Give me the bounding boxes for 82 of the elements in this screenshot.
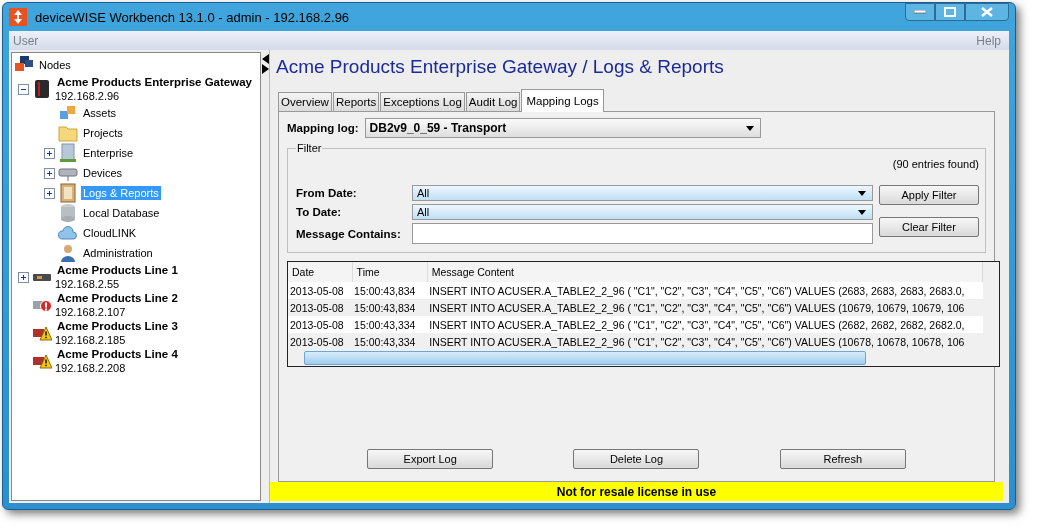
expand-toggle-icon[interactable] bbox=[44, 187, 55, 199]
expand-arrow-icon[interactable] bbox=[261, 64, 269, 74]
expand-toggle-icon[interactable] bbox=[44, 167, 55, 179]
tab[interactable]: Exceptions Log bbox=[380, 92, 465, 111]
close-button[interactable] bbox=[965, 3, 1009, 21]
filter-button[interactable]: Apply Filter bbox=[879, 185, 979, 205]
ip-address: 192.168.2.185 bbox=[55, 334, 127, 347]
page-heading: Acme Products Enterprise Gateway / Logs & Reports bbox=[276, 56, 725, 78]
action-button[interactable]: Export Log bbox=[367, 449, 494, 469]
group-title: Filter bbox=[296, 142, 323, 154]
entries-count: (90 entries found) bbox=[891, 158, 979, 170]
to-date-dropdown[interactable]: All bbox=[412, 204, 873, 220]
close-icon bbox=[981, 7, 993, 17]
field-label: To Date: bbox=[296, 206, 343, 218]
tab[interactable]: Overview bbox=[278, 92, 332, 111]
node-label[interactable]: Acme Products Line 1 bbox=[55, 263, 180, 278]
filter-button[interactable]: Clear Filter bbox=[879, 217, 979, 237]
ip-address: 192.168.2.55 bbox=[55, 278, 121, 291]
window-title: deviceWISE Workbench 13.1.0 - admin - 192.168.2.96 bbox=[34, 9, 351, 25]
maximize-icon bbox=[944, 7, 956, 17]
column-header[interactable]: Message Content bbox=[427, 262, 983, 282]
minimize-icon bbox=[914, 10, 926, 14]
dropdown-caret-icon bbox=[745, 125, 754, 131]
field-label: From Date: bbox=[296, 187, 358, 199]
table-cell: INSERT INTO ACUSER.A_TABLE2_2_96 ( "C1", "C2", "C3", "C4", "C5", "C6") VALUES (2683, 2683, 2683, 2683.0, bbox=[427, 282, 983, 299]
table-cell: INSERT INTO ACUSER.A_TABLE2_2_96 ( "C1", "C2", "C3", "C4", "C5", "C6") VALUES (10679, 10679, 10679, 106 bbox=[427, 299, 983, 316]
database-icon bbox=[58, 203, 78, 223]
app-logo-icon bbox=[9, 8, 27, 26]
table-cell: 15:00:43,834 bbox=[352, 299, 428, 316]
minimize-button[interactable] bbox=[905, 3, 935, 21]
tree-item[interactable]: Devices bbox=[81, 166, 125, 180]
ip-address: 192.168.2.208 bbox=[55, 362, 127, 375]
table-cell: 15:00:43,334 bbox=[352, 333, 428, 350]
field-label: Mapping log: bbox=[287, 122, 359, 134]
table-cell: 2013-05-08 bbox=[288, 316, 353, 333]
server-icon bbox=[32, 79, 52, 99]
dropdown-caret-icon bbox=[858, 209, 866, 215]
table-cell: 2013-05-08 bbox=[288, 282, 353, 299]
column-header[interactable]: Time bbox=[352, 262, 428, 282]
ip-address: 192.168.2.107 bbox=[55, 306, 127, 319]
table-cell: 15:00:43,334 bbox=[352, 316, 428, 333]
collapse-toggle-icon[interactable] bbox=[18, 83, 29, 95]
tree-item[interactable]: Enterprise bbox=[81, 146, 136, 160]
tree-item[interactable]: Projects bbox=[81, 126, 125, 140]
tree-item[interactable]: CloudLINK bbox=[81, 226, 139, 240]
tab[interactable]: Audit Log bbox=[465, 92, 521, 111]
field-label: Message Contains: bbox=[296, 227, 402, 240]
ip-address: 192.168.2.96 bbox=[55, 90, 121, 103]
node-label[interactable]: Acme Products Line 4 bbox=[55, 347, 180, 362]
table-cell: 2013-05-08 bbox=[288, 333, 353, 350]
column-header[interactable]: Date bbox=[288, 262, 353, 282]
node-label[interactable]: Acme Products Enterprise Gateway bbox=[55, 75, 254, 90]
action-button[interactable]: Refresh bbox=[779, 449, 906, 469]
maximize-button[interactable] bbox=[935, 3, 965, 21]
table-cell: 2013-05-08 bbox=[288, 299, 353, 316]
tree-item[interactable]: Administration bbox=[81, 246, 155, 260]
tree-item[interactable]: Local Database bbox=[81, 206, 162, 220]
table-cell: 15:00:43,834 bbox=[352, 282, 428, 299]
table-cell: INSERT INTO ACUSER.A_TABLE2_2_96 ( "C1", "C2", "C3", "C4", "C5", "C6") VALUES (2682, 2682, 2682, 2682.0, bbox=[427, 316, 983, 333]
building-icon bbox=[58, 143, 78, 163]
expand-toggle-icon[interactable] bbox=[44, 147, 55, 159]
action-button[interactable]: Delete Log bbox=[573, 449, 700, 469]
vertical-scrollbar[interactable] bbox=[983, 262, 999, 350]
book-icon bbox=[58, 183, 78, 203]
message-input[interactable] bbox=[412, 223, 873, 244]
table-cell: INSERT INTO ACUSER.A_TABLE2_2_96 ( "C1", "C2", "C3", "C4", "C5", "C6") VALUES (10678, 10678, 10678, 106 bbox=[427, 333, 983, 350]
dropdown-caret-icon bbox=[858, 190, 866, 196]
license-status-bar: Not for resale license in use bbox=[270, 482, 1003, 501]
horizontal-scrollbar[interactable] bbox=[288, 350, 999, 366]
cloud-icon bbox=[58, 223, 78, 243]
tree-root[interactable]: Nodes bbox=[37, 58, 73, 72]
collapse-arrow-icon[interactable] bbox=[261, 54, 269, 64]
node-label[interactable]: Acme Products Line 2 bbox=[55, 291, 180, 306]
from-date-dropdown[interactable]: All bbox=[412, 185, 873, 201]
tab[interactable]: Mapping Logs bbox=[521, 89, 604, 112]
mapping-log-dropdown[interactable]: DB2v9_0_59 - Transport bbox=[364, 118, 761, 138]
expand-toggle-icon[interactable] bbox=[18, 271, 29, 283]
node-label[interactable]: Acme Products Line 3 bbox=[55, 319, 180, 334]
tab[interactable]: Reports bbox=[332, 92, 380, 111]
folder-icon bbox=[58, 123, 78, 143]
user-icon bbox=[58, 243, 78, 263]
tree-item[interactable]: Assets bbox=[81, 106, 118, 120]
